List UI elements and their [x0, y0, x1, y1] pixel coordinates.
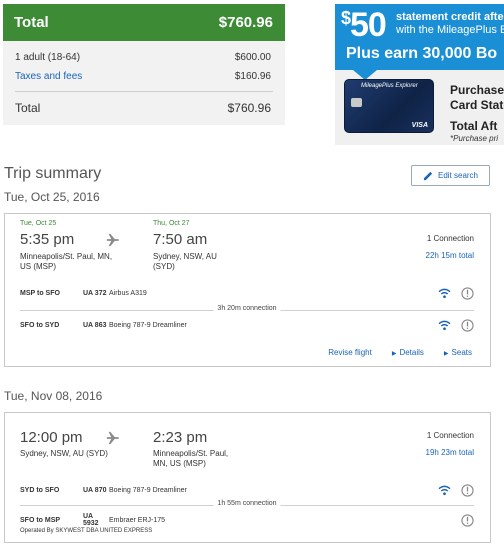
- info-icon[interactable]: [461, 318, 474, 332]
- info-icon[interactable]: [461, 483, 474, 497]
- total-value: $760.96: [227, 101, 271, 115]
- plane-icon: [106, 431, 119, 445]
- operated-by: Operated By SKYWEST DBA UNITED EXPRESS: [20, 528, 153, 534]
- wifi-icon[interactable]: [438, 485, 451, 496]
- trip-duration: 19h 23m total: [425, 448, 474, 457]
- segment-aircraft: Airbus A319: [109, 289, 147, 297]
- departure-date: Tue, Oct 25: [20, 220, 57, 227]
- ad-text-purchase: Purchase: [450, 83, 504, 97]
- arrival-city: Minneapolis/St. Paul, MN, US (MSP): [153, 449, 229, 468]
- taxes-fees-link[interactable]: Taxes and fees: [15, 71, 82, 82]
- flight-card-return: 12:00 pm Sydney, NSW, AU (SYD) 2:23 pm M…: [4, 412, 491, 543]
- ad-text-footnote: *Purchase pri: [450, 134, 499, 143]
- price-row-label: 1 adult (18-64): [15, 52, 81, 63]
- credit-card-image: MileagePlus Explorer VISA: [344, 79, 434, 133]
- flight-segment: SFO to MSP UA 5932 Embraer ERJ-175: [20, 512, 474, 528]
- connection-count: 1 Connection: [426, 234, 474, 243]
- connection-count: 1 Connection: [426, 431, 474, 440]
- departure-city: Sydney, NSW, AU (SYD): [20, 449, 108, 458]
- ad-headline: statement credit after: [396, 11, 504, 23]
- info-icon[interactable]: [461, 286, 474, 300]
- total-label: Total: [15, 101, 41, 115]
- price-row-value: $600.00: [234, 52, 271, 63]
- departure-city: Minneapolis/St. Paul, MN, US (MSP): [20, 252, 113, 271]
- wifi-icon[interactable]: [438, 320, 451, 331]
- trip-date-outbound: Tue, Oct 25, 2016: [4, 190, 100, 204]
- details-link[interactable]: ▶ Details: [392, 348, 424, 357]
- flight-actions: Revise flight ▶ Details ▶ Seats: [328, 348, 472, 357]
- flight-segment: SFO to SYD UA 863 Boeing 787-9 Dreamline…: [20, 317, 474, 333]
- seats-link[interactable]: ▶ Seats: [444, 348, 472, 357]
- plane-icon: [106, 233, 119, 247]
- edit-search-label: Edit search: [437, 171, 479, 180]
- arrival-time: 2:23 pm: [153, 429, 208, 446]
- segment-aircraft: Boeing 787-9 Dreamliner: [109, 321, 187, 329]
- arrival-date: Thu, Oct 27: [153, 220, 190, 227]
- layover-duration: 3h 20m connection: [213, 305, 281, 312]
- segment-aircraft: Boeing 787-9 Dreamliner: [109, 486, 187, 494]
- segment-route: SFO to MSP: [20, 516, 61, 524]
- segment-route: SFO to SYD: [20, 321, 60, 329]
- price-header-total: $760.96: [218, 14, 273, 31]
- edit-search-button[interactable]: Edit search: [411, 165, 490, 186]
- info-icon[interactable]: [461, 513, 474, 527]
- ad-bonus-text: Plus earn 30,000 Bo: [346, 45, 498, 62]
- trip-duration: 22h 15m total: [425, 251, 474, 260]
- visa-logo: VISA: [411, 122, 428, 129]
- triangle-right-icon: ▶: [443, 351, 449, 357]
- ad-amount: $50: [341, 6, 387, 44]
- price-row-value: $160.96: [234, 71, 271, 82]
- trip-summary-title: Trip summary: [4, 165, 102, 182]
- triangle-right-icon: ▶: [391, 351, 397, 357]
- revise-flight-link[interactable]: Revise flight: [328, 348, 372, 357]
- segment-flight-number: UA 870: [83, 486, 107, 494]
- flight-segment: MSP to SFO UA 372 Airbus A319: [20, 285, 474, 301]
- segment-flight-number: UA 863: [83, 321, 107, 329]
- card-brand: MileagePlus Explorer: [361, 83, 418, 89]
- pencil-icon: [423, 171, 433, 181]
- departure-time: 12:00 pm: [20, 429, 83, 446]
- ad-text-card-statement: Card State: [450, 98, 504, 112]
- segment-route: MSP to SFO: [20, 289, 60, 297]
- trip-date-return: Tue, Nov 08, 2016: [4, 389, 103, 403]
- price-divider: [15, 91, 273, 92]
- segment-aircraft: Embraer ERJ-175: [109, 516, 166, 524]
- segment-flight-number: UA 5932: [83, 513, 99, 527]
- card-chip-icon: [351, 98, 362, 107]
- price-row-adult: 1 adult (18-64) $600.00: [15, 52, 271, 63]
- flight-segment: SYD to SFO UA 870 Boeing 787-9 Dreamline…: [20, 482, 474, 498]
- price-header-title: Total: [14, 14, 49, 31]
- arrival-time: 7:50 am: [153, 231, 208, 248]
- flight-card-outbound: Tue, Oct 25 5:35 pm Minneapolis/St. Paul…: [4, 213, 491, 367]
- price-row-total: Total $760.96: [15, 101, 271, 115]
- layover-divider: 1h 55m connection: [20, 500, 474, 510]
- arrival-city: Sydney, NSW, AU (SYD): [153, 252, 217, 271]
- ad-text-total-after: Total Aft: [450, 119, 498, 133]
- layover-duration: 1h 55m connection: [213, 500, 281, 507]
- price-summary: Total $760.96 1 adult (18-64) $600.00 Ta…: [3, 4, 285, 125]
- departure-time: 5:35 pm: [20, 231, 75, 248]
- wifi-icon[interactable]: [438, 288, 451, 299]
- credit-card-ad[interactable]: $50 statement credit after with the Mile…: [335, 4, 504, 145]
- price-row-taxes: Taxes and fees $160.96: [15, 71, 271, 82]
- layover-divider: 3h 20m connection: [20, 305, 474, 315]
- price-header: Total $760.96: [3, 4, 285, 41]
- ad-subline: with the MileagePlus E: [396, 24, 504, 36]
- segment-route: SYD to SFO: [20, 486, 60, 494]
- segment-flight-number: UA 372: [83, 289, 107, 297]
